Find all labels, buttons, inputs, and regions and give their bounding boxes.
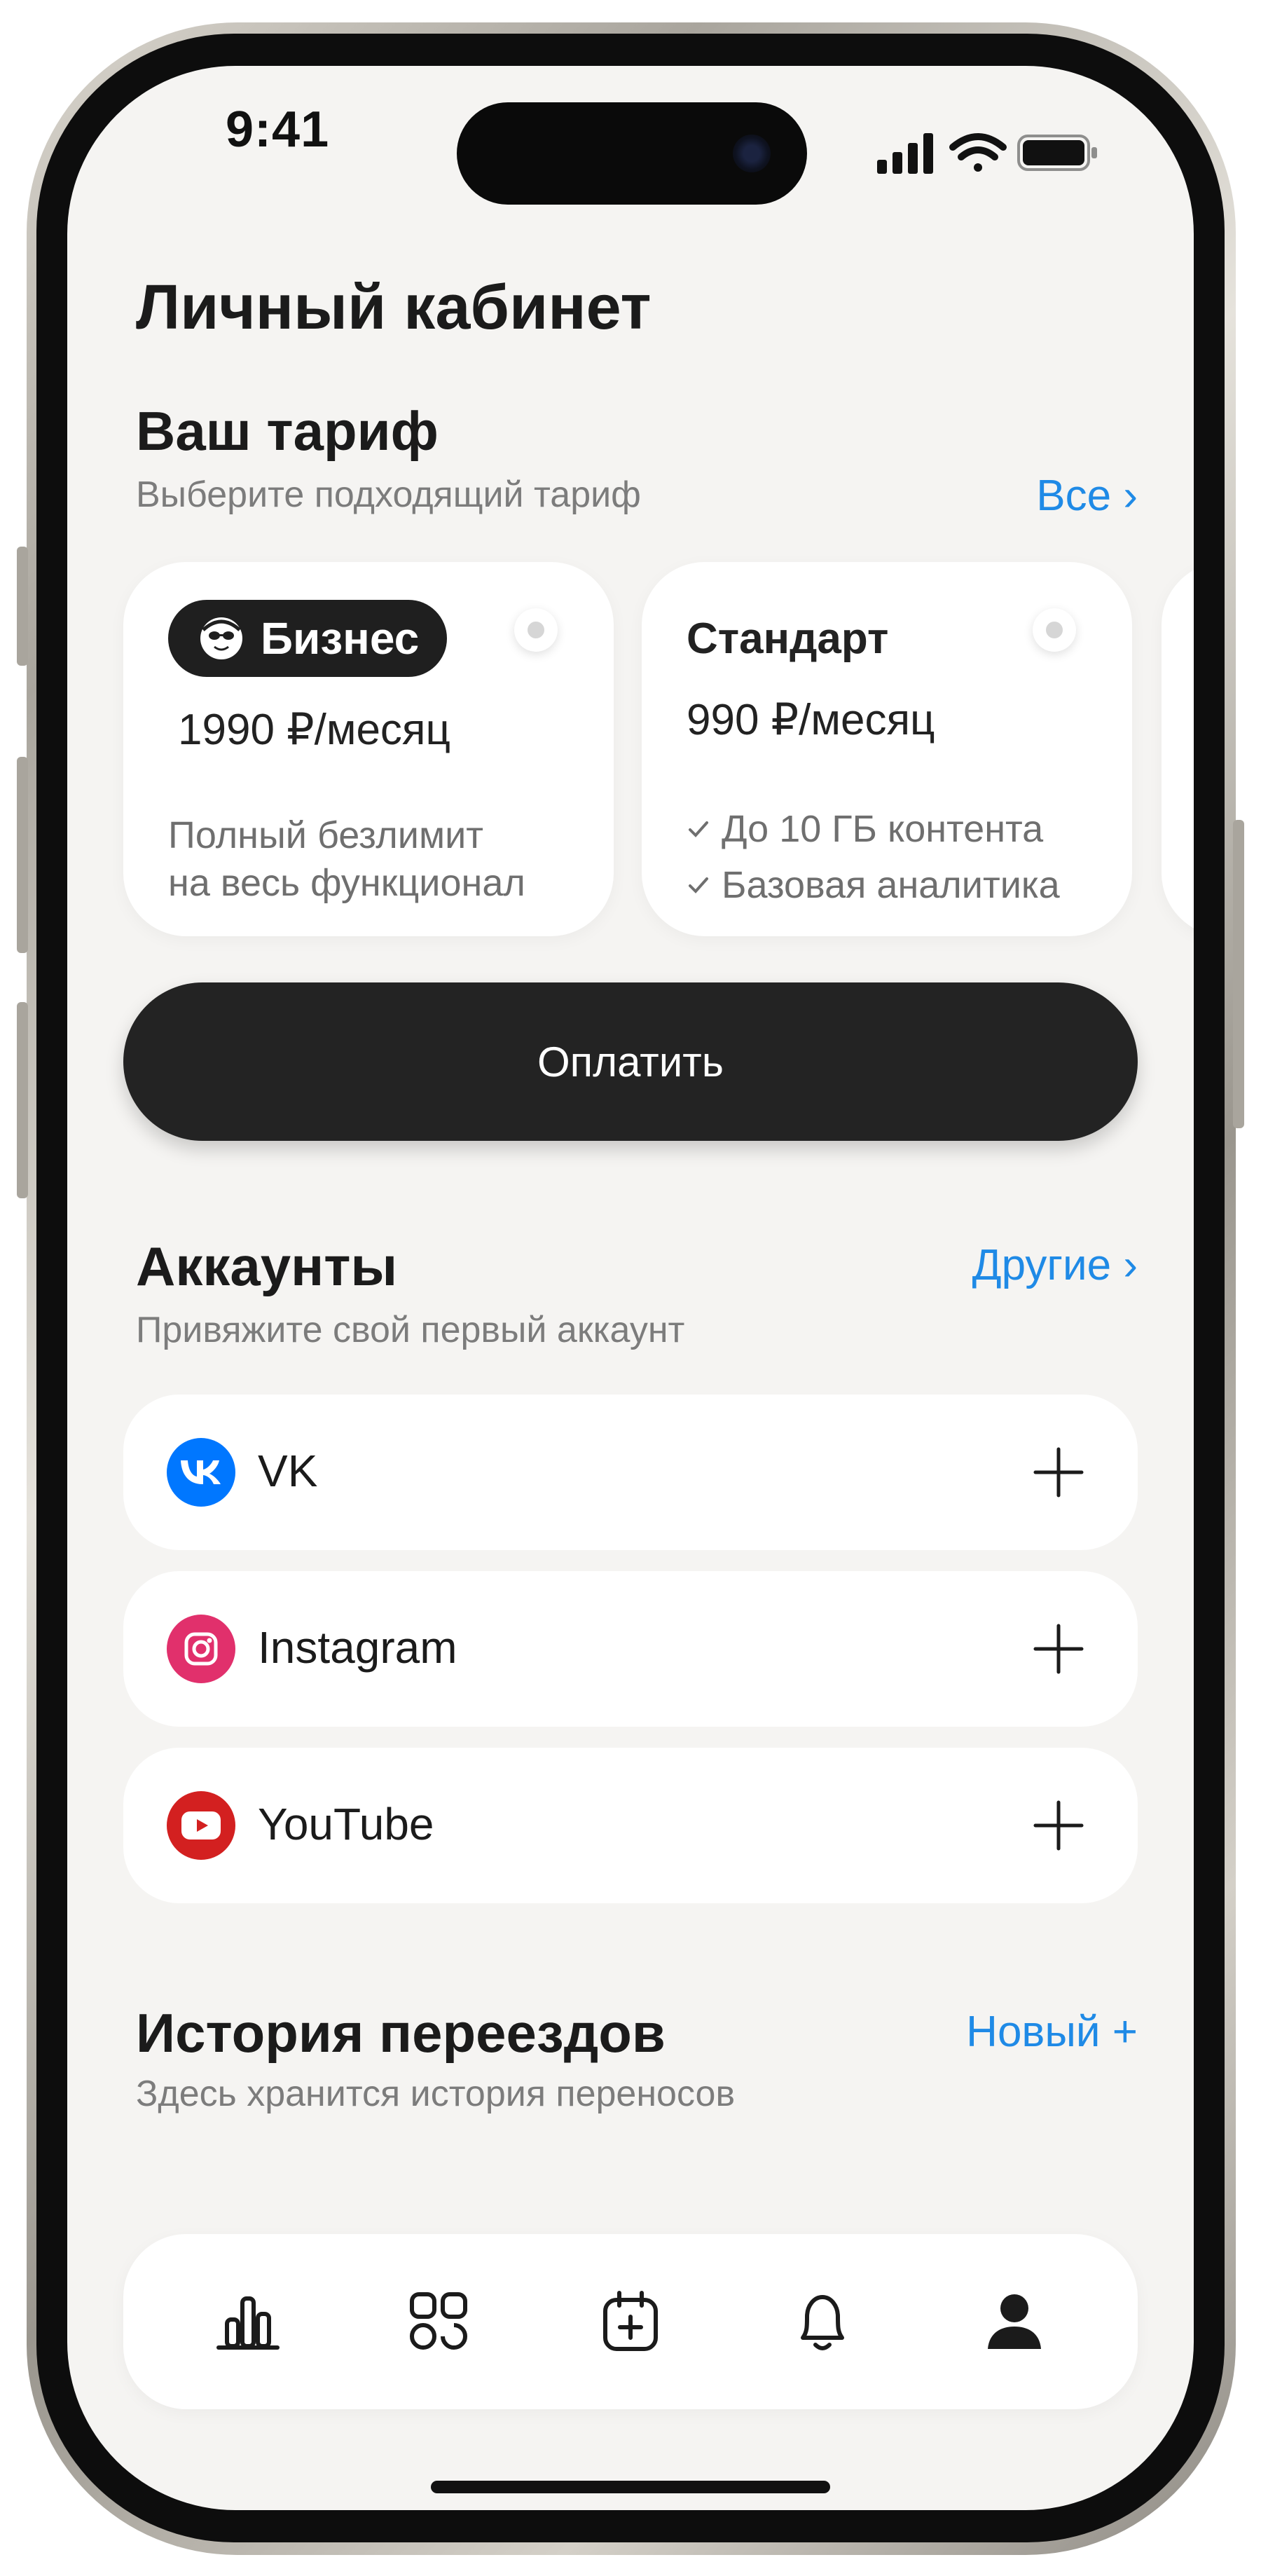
account-row-youtube[interactable]: YouTube bbox=[123, 1748, 1138, 1903]
tariff-all-link[interactable]: Все › bbox=[1036, 471, 1138, 521]
mascot-icon bbox=[200, 617, 242, 659]
plus-icon[interactable] bbox=[1031, 1445, 1086, 1500]
account-name: Instagram bbox=[258, 1622, 457, 1673]
apps-icon[interactable] bbox=[404, 2286, 474, 2356]
status-icons bbox=[877, 129, 1108, 181]
action-button bbox=[17, 547, 28, 666]
history-new-link[interactable]: Новый + bbox=[966, 2007, 1138, 2057]
history-title: История переездов bbox=[136, 2002, 666, 2064]
status-time: 9:41 bbox=[226, 102, 330, 158]
plus-icon[interactable] bbox=[1031, 1622, 1086, 1676]
tariff-price: 1990 ₽/месяц bbox=[178, 706, 451, 754]
tariff-feature: Базовая аналитика bbox=[687, 863, 1060, 907]
tariff-price: 990 ₽/месяц bbox=[687, 696, 935, 744]
tariff-feature: До 10 ГБ контента bbox=[687, 807, 1043, 851]
tab-bar bbox=[123, 2234, 1138, 2409]
account-name: YouTube bbox=[258, 1799, 434, 1849]
dynamic-island bbox=[457, 102, 807, 205]
tariff-description: Полный безлимит на весь функционал bbox=[168, 811, 525, 907]
tariff-card-next[interactable] bbox=[1162, 562, 1194, 936]
wifi-icon bbox=[949, 133, 1007, 172]
tariff-card-standard[interactable]: Стандарт 990 ₽/месяц До 10 ГБ контента Б… bbox=[642, 562, 1132, 936]
signal-icon bbox=[877, 133, 933, 174]
account-name: VK bbox=[258, 1446, 318, 1496]
power-button bbox=[1233, 820, 1244, 1128]
youtube-icon bbox=[167, 1791, 235, 1860]
camera-icon bbox=[733, 135, 771, 172]
calendar-add-icon[interactable] bbox=[595, 2286, 666, 2356]
vk-icon bbox=[167, 1438, 235, 1507]
tariff-radio[interactable] bbox=[1033, 608, 1076, 652]
check-icon bbox=[689, 877, 708, 893]
history-subtitle: Здесь хранится история переносов bbox=[136, 2074, 736, 2114]
tariff-subtitle: Выберите подходящий тариф bbox=[136, 474, 641, 515]
bell-icon[interactable] bbox=[787, 2286, 857, 2356]
volume-up-button bbox=[17, 757, 28, 953]
tariff-radio[interactable] bbox=[514, 608, 558, 652]
accounts-other-link[interactable]: Другие › bbox=[972, 1240, 1138, 1290]
account-row-instagram[interactable]: Instagram bbox=[123, 1571, 1138, 1727]
check-icon bbox=[689, 821, 708, 837]
tariff-name: Стандарт bbox=[687, 615, 889, 663]
accounts-subtitle: Привяжите свой первый аккаунт bbox=[136, 1310, 685, 1350]
battery-icon bbox=[1017, 135, 1097, 171]
account-row-vk[interactable]: VK bbox=[123, 1395, 1138, 1550]
analytics-icon[interactable] bbox=[213, 2286, 283, 2356]
instagram-icon bbox=[167, 1615, 235, 1683]
home-indicator bbox=[431, 2481, 830, 2493]
tariff-badge: Бизнес bbox=[168, 600, 447, 677]
page-title: Личный кабинет bbox=[136, 273, 652, 343]
accounts-title: Аккаунты bbox=[136, 1235, 398, 1297]
profile-icon[interactable] bbox=[979, 2286, 1049, 2356]
tariff-desc-line: на весь функционал bbox=[168, 862, 525, 904]
tariff-card-business[interactable]: Бизнес 1990 ₽/месяц Полный безлимит на в… bbox=[123, 562, 614, 936]
screen: 9:41 Личный кабинет Ваш тариф Выберите п… bbox=[67, 66, 1194, 2510]
tariff-name: Бизнес bbox=[261, 613, 420, 664]
plus-icon[interactable] bbox=[1031, 1798, 1086, 1853]
volume-down-button bbox=[17, 1002, 28, 1198]
tariff-desc-line: Полный безлимит bbox=[168, 814, 483, 856]
tariff-title: Ваш тариф bbox=[136, 400, 439, 462]
pay-button[interactable]: Оплатить bbox=[123, 982, 1138, 1141]
